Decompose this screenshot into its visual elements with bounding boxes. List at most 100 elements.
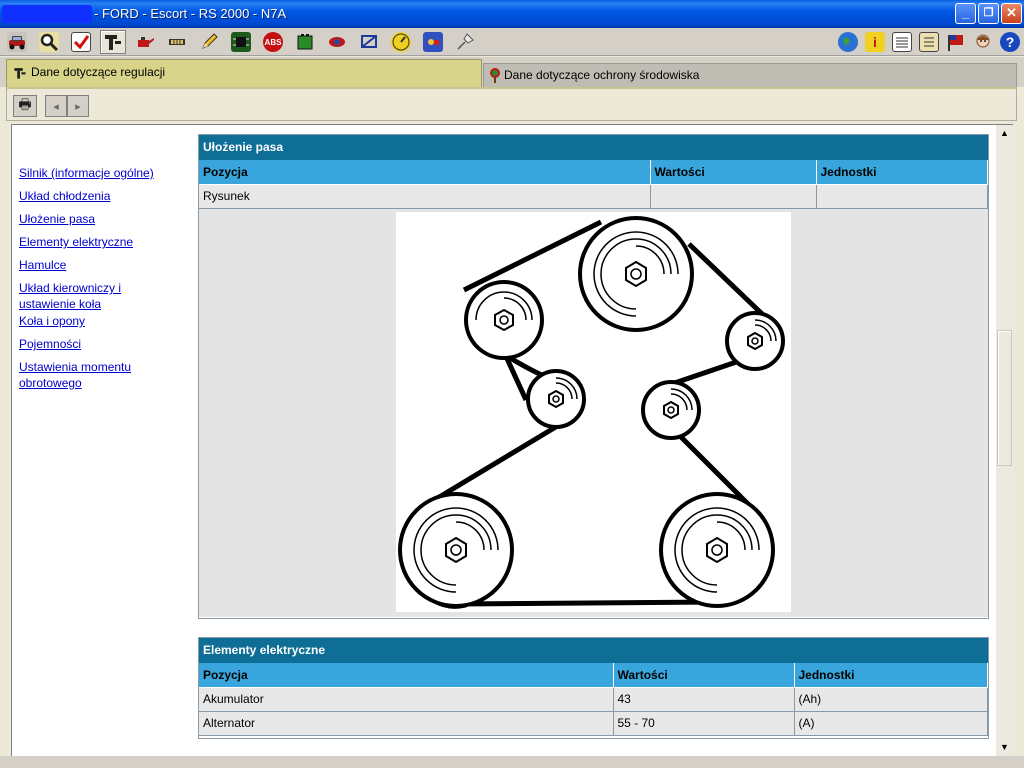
flag-button[interactable] [943,30,969,54]
window-bottom-border [0,756,1024,768]
abs-button[interactable]: ABS [260,30,286,54]
maximize-button[interactable]: ❐ [978,3,999,24]
section-title: Ułożenie pasa [199,135,988,160]
column-header: Wartości [650,160,817,185]
application-window: - FORD - Escort - RS 2000 - N7A _ ❐ ✕ AB… [0,0,1024,768]
info-button[interactable]: i [862,30,888,54]
oil-can-icon [135,32,155,52]
vehicle-button[interactable] [4,30,30,54]
pin-icon [455,32,475,52]
car-icon [7,32,27,52]
drawing-row [199,208,988,617]
tab-label: Dane dotyczące ochrony środowiska [504,68,700,82]
title-bar: - FORD - Escort - RS 2000 - N7A _ ❐ ✕ [0,0,1024,28]
notebook-button[interactable] [916,30,942,54]
abs-icon: ABS [263,32,283,52]
avatar-icon [973,32,993,52]
link-engine-general[interactable]: Silnik (informacje ogólne) [19,165,189,181]
body-button[interactable] [356,30,382,54]
electrical-section: Elementy elektryczne Pozycja Wartości Je… [198,637,989,739]
forward-button[interactable]: ▸ [67,95,89,117]
link-torque-settings[interactable]: Ustawienia momentu obrotowego [19,359,149,391]
table-cell: Rysunek [199,184,651,209]
table-cell: Akumulator [199,687,614,712]
belt-table: Pozycja Wartości Jednostki Rysunek [199,160,988,209]
tree-icon [487,67,503,83]
frame-icon [359,32,379,52]
tab-strip: Dane dotyczące regulacji Dane dotyczące … [0,57,1024,87]
table-row: Rysunek [199,184,988,209]
flag-icon [946,32,966,52]
column-header: Pozycja [199,160,651,185]
column-header: Wartości [613,663,795,688]
identify-button[interactable] [36,30,62,54]
table-cell: 55 - 70 [613,711,795,736]
notes-button[interactable] [196,30,222,54]
scrollbar-thumb[interactable] [997,330,1012,466]
check-button[interactable] [68,30,94,54]
vertical-scrollbar[interactable]: ▲ ▼ [996,124,1013,756]
table-cell: Alternator [199,711,614,736]
table-row: Alternator 55 - 70 (A) [199,711,988,736]
engine-camera-icon [423,32,443,52]
notebook-icon [919,32,939,52]
globe-icon [838,32,858,52]
adjustment-data-button[interactable] [100,30,126,54]
scroll-up-button[interactable]: ▲ [996,125,1013,142]
link-brakes[interactable]: Hamulce [19,257,189,273]
maintenance-button[interactable] [164,30,190,54]
lubricants-button[interactable] [132,30,158,54]
user-button[interactable] [970,30,996,54]
timing-button[interactable] [388,30,414,54]
adjustment-data-icon [103,32,123,52]
electrical-table: Pozycja Wartości Jednostki Akumulator 43… [199,663,988,736]
link-wheels-tyres[interactable]: Koła i opony [19,313,189,329]
tab-adjustment-data[interactable]: Dane dotyczące regulacji [6,59,482,87]
engine-button[interactable] [420,30,446,54]
link-cooling-system[interactable]: Układ chłodzenia [19,188,189,204]
section-link-list: Silnik (informacje ogólne) Układ chłodze… [19,165,189,398]
redacted-title-segment [2,5,92,23]
belt-routing-diagram [396,211,791,612]
close-button[interactable]: ✕ [1001,3,1022,24]
battery-icon [295,32,315,52]
circuit-board-icon [231,32,251,52]
scroll-down-button[interactable]: ▼ [996,739,1013,756]
electronics-button[interactable] [228,30,254,54]
help-button[interactable]: ? [997,30,1023,54]
table-cell: (A) [794,711,988,736]
document-button[interactable] [889,30,915,54]
table-cell [816,184,988,209]
pin-button[interactable] [452,30,478,54]
back-button[interactable]: ◂ [45,95,67,117]
globe-button[interactable] [835,30,861,54]
link-belt-routing[interactable]: Ułożenie pasa [19,211,189,227]
column-header: Jednostki [816,160,988,185]
tyre-lift-icon [327,32,347,52]
minimize-button[interactable]: _ [955,3,976,24]
link-capacities[interactable]: Pojemności [19,336,189,352]
link-steering-alignment[interactable]: Układ kierowniczy i ustawienie koła [19,280,149,312]
belt-routing-section: Ułożenie pasa Pozycja Wartości Jednostki… [198,134,989,619]
tab-environment-data[interactable]: Dane dotyczące ochrony środowiska [483,63,1017,87]
toolbar: ABS i ? [0,28,1024,56]
link-electrical[interactable]: Elementy elektryczne [19,234,189,250]
column-header: Jednostki [794,663,988,688]
tyres-button[interactable] [324,30,350,54]
table-row: Akumulator 43 (Ah) [199,687,988,712]
inspect-magnifier-icon [39,32,59,52]
print-button[interactable]: 🖶 [13,95,37,117]
window-title: - FORD - Escort - RS 2000 - N7A [94,6,287,21]
adjustment-data-icon [12,65,28,81]
table-cell: (Ah) [794,687,988,712]
electrical-button[interactable] [292,30,318,54]
document-icon [892,32,912,52]
pencil-icon [199,32,219,52]
table-header-row: Pozycja Wartości Jednostki [199,663,988,688]
content-pane: Silnik (informacje ogólne) Układ chłodze… [11,124,996,756]
gauge-strip-icon [167,32,187,52]
table-cell: 43 [613,687,795,712]
info-icon: i [865,32,885,52]
dial-icon [391,32,411,52]
help-icon: ? [1000,32,1020,52]
